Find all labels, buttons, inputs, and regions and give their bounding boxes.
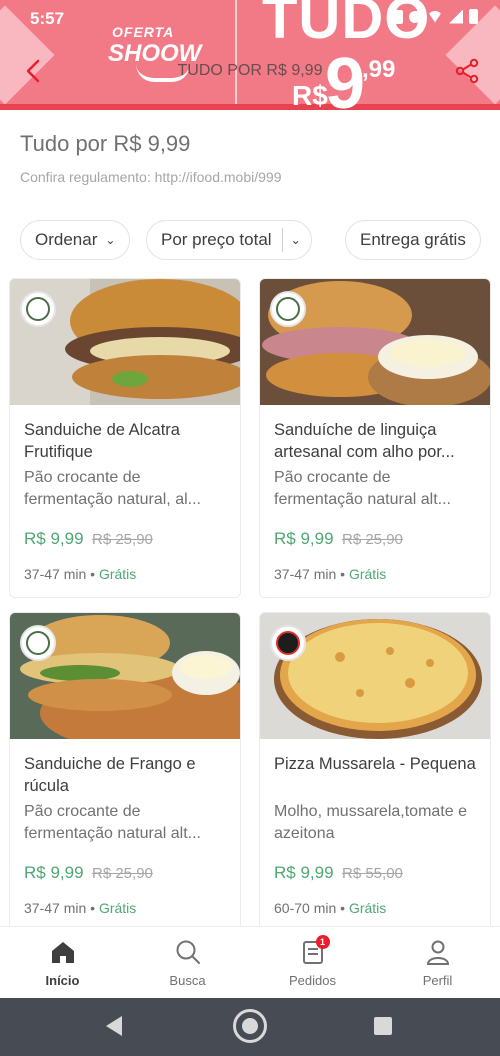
- nav-label: Busca: [169, 973, 206, 988]
- system-home-icon[interactable]: [233, 1009, 267, 1043]
- share-button[interactable]: [452, 56, 482, 86]
- product-old-price: R$ 55,00: [342, 865, 403, 882]
- restaurant-logo: [20, 291, 56, 327]
- system-back-icon[interactable]: [106, 1016, 122, 1036]
- delivery-info: 37-47 min • Grátis: [274, 566, 387, 582]
- product-card[interactable]: Sanduiche de Frango e rúcula Pão crocant…: [9, 612, 241, 932]
- product-name: Sanduiche de Frango e rúcula: [24, 755, 196, 795]
- orders-icon: 1: [298, 935, 330, 967]
- chip-separator: [281, 228, 283, 252]
- share-icon: [455, 58, 479, 84]
- product-card[interactable]: Pizza Mussarela - Pequena Molho, mussare…: [259, 612, 491, 932]
- product-photo: [10, 279, 240, 405]
- banner-tudo-text: TUDO: [262, 0, 431, 51]
- profile-icon: [423, 937, 453, 967]
- product-photo: [260, 279, 490, 405]
- banner-divider: [235, 0, 237, 104]
- free-delivery-label: Entrega grátis: [360, 230, 466, 249]
- product-name: Sanduiche de Alcatra Frutifique: [24, 421, 180, 461]
- nav-item-inicio[interactable]: Início: [0, 927, 125, 998]
- oferta-logo-text: OFERTA: [112, 24, 175, 40]
- product-name: Sanduíche de linguiça artesanal com alho…: [274, 421, 455, 461]
- product-price: R$ 9,99: [274, 863, 334, 882]
- price-filter-chip[interactable]: Por preço total ⌄: [146, 220, 312, 260]
- delivery-fee: Grátis: [98, 566, 137, 582]
- product-photo: [10, 613, 240, 739]
- free-delivery-filter-chip[interactable]: Entrega grátis: [345, 220, 481, 260]
- nav-item-pedidos[interactable]: 1 Pedidos: [250, 927, 375, 998]
- delivery-info: 60-70 min • Grátis: [274, 900, 387, 916]
- delivery-time: 37-47 min: [24, 566, 87, 582]
- restaurant-logo: [270, 625, 306, 661]
- delivery-time: 37-47 min: [274, 566, 337, 582]
- banner-stripe: [0, 104, 500, 110]
- header-title: TUDO POR R$ 9,99: [177, 62, 323, 79]
- product-description: Pão crocante de fermentação natural alt.…: [24, 803, 201, 842]
- delivery-fee: Grátis: [98, 900, 137, 916]
- chevron-down-icon: ⌄: [105, 233, 116, 247]
- product-description: Pão crocante de fermentação natural, al.…: [24, 469, 201, 508]
- banner-rs-text: R$: [292, 80, 328, 110]
- chevron-left-icon: [26, 59, 40, 83]
- restaurant-logo: [270, 291, 306, 327]
- product-card[interactable]: Sanduiche de Alcatra Frutifique Pão croc…: [9, 278, 241, 598]
- nav-label: Início: [45, 973, 80, 988]
- product-card[interactable]: Sanduíche de linguiça artesanal com alho…: [259, 278, 491, 598]
- regulation-link[interactable]: Confira regulamento: http://ifood.mobi/9…: [20, 169, 282, 185]
- page-title: Tudo por R$ 9,99: [20, 131, 191, 156]
- delivery-fee: Grátis: [348, 900, 387, 916]
- battery-icon: [469, 9, 478, 24]
- delivery-time: 60-70 min: [274, 900, 337, 916]
- nav-item-busca[interactable]: Busca: [125, 927, 250, 998]
- product-price: R$ 9,99: [24, 863, 84, 882]
- orders-badge: 1: [315, 935, 330, 949]
- delivery-info: 37-47 min • Grátis: [24, 566, 137, 582]
- status-time: 5:57: [30, 9, 65, 28]
- back-button[interactable]: [18, 56, 48, 86]
- product-price: R$ 9,99: [274, 529, 334, 548]
- promo-header-banner: 5:57 OFERTA SHOOW TUDO R$ 9 ,99 TUDO POR…: [0, 0, 500, 110]
- chevron-down-icon: ⌄: [290, 233, 301, 247]
- sort-filter-chip[interactable]: Ordenar ⌄: [20, 220, 131, 260]
- price-filter-label: Por preço total: [161, 230, 272, 249]
- sort-filter-label: Ordenar: [35, 230, 98, 249]
- delivery-time: 37-47 min: [24, 900, 87, 916]
- nav-label: Perfil: [422, 973, 453, 988]
- product-description: Pão crocante de fermentação natural alt.…: [274, 469, 451, 508]
- product-photo: [260, 613, 490, 739]
- delivery-info: 37-47 min • Grátis: [24, 900, 137, 916]
- product-old-price: R$ 25,90: [92, 865, 153, 882]
- home-icon: [48, 937, 78, 967]
- product-old-price: R$ 25,90: [342, 531, 403, 548]
- product-price: R$ 9,99: [24, 529, 84, 548]
- search-icon: [173, 937, 203, 967]
- bottom-nav: Início Busca 1 Pedidos Perfil: [0, 926, 500, 998]
- system-recents-icon[interactable]: [374, 1017, 392, 1035]
- product-name: Pizza Mussarela - Pequena: [274, 755, 476, 773]
- delivery-fee: Grátis: [348, 566, 387, 582]
- nav-label: Pedidos: [289, 973, 336, 988]
- product-old-price: R$ 25,90: [92, 531, 153, 548]
- nav-item-perfil[interactable]: Perfil: [375, 927, 500, 998]
- product-description: Molho, mussarela,tomate e azeitona: [274, 803, 467, 842]
- restaurant-logo: [20, 625, 56, 661]
- system-navigation-bar: [0, 998, 500, 1056]
- signal-icon: [449, 9, 463, 24]
